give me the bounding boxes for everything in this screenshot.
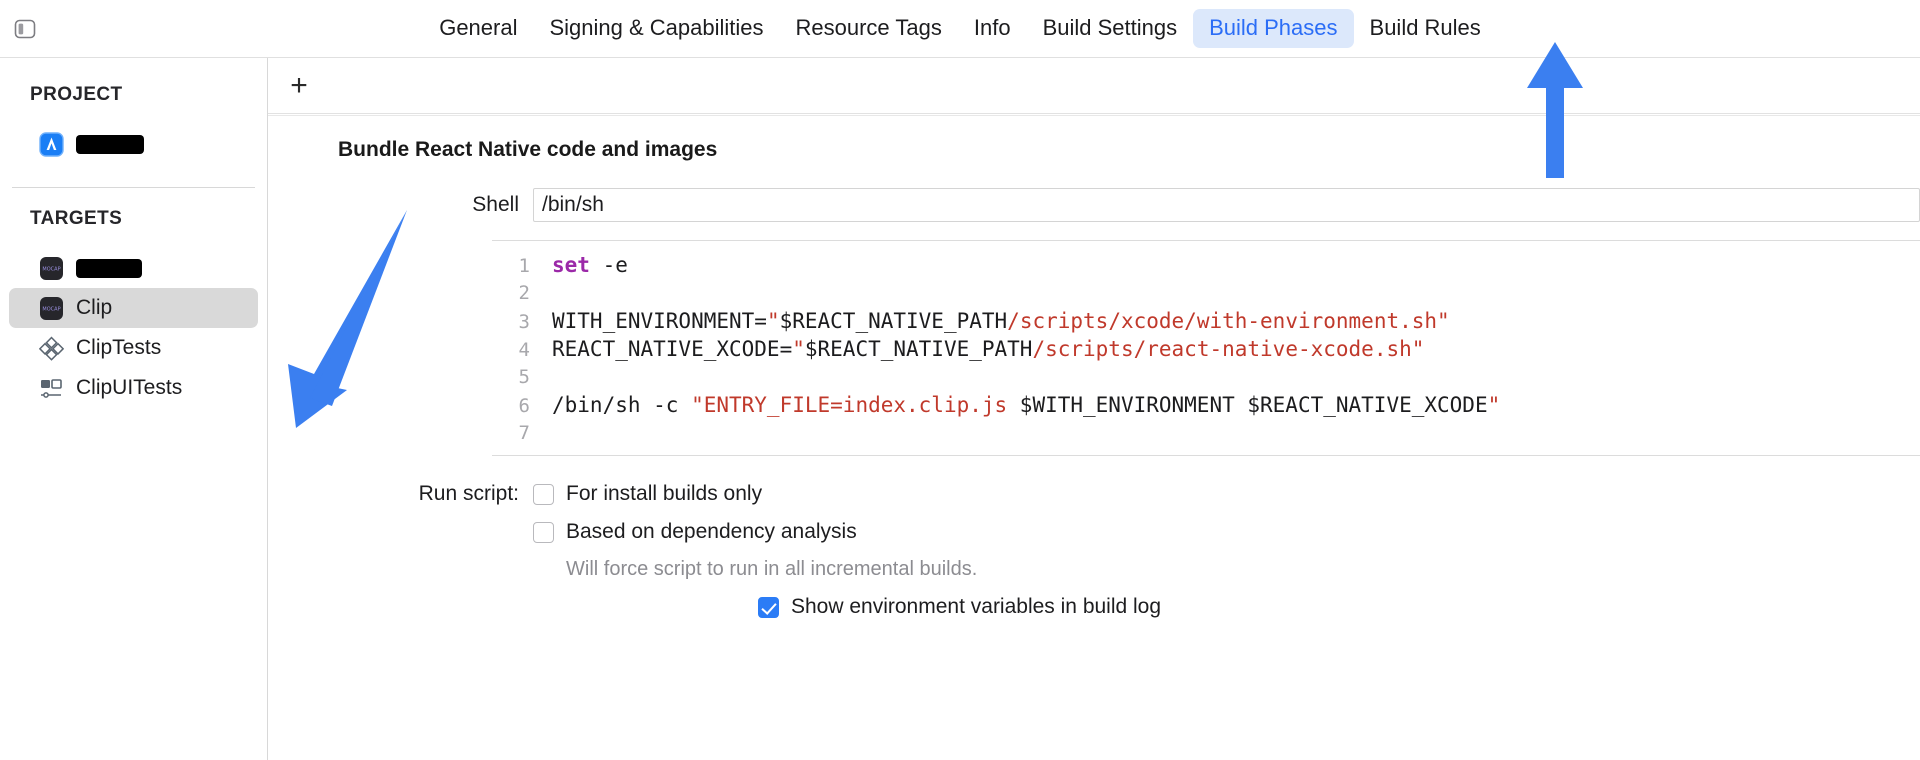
app-target-icon: MOCAP (39, 296, 64, 321)
script-line[interactable]: 1 set -e (492, 251, 1920, 279)
script-line[interactable]: 7 (492, 419, 1920, 447)
tab-info[interactable]: Info (958, 9, 1027, 47)
sidebar-item-cliptests[interactable]: ClipTests (9, 328, 258, 368)
dependency-analysis-row: Based on dependency analysis (268, 520, 1920, 544)
phase-header[interactable]: Bundle React Native code and images (268, 115, 1920, 162)
code-token: /scripts/react-native-xcode.sh" (1032, 337, 1425, 361)
sidebar-item-clip[interactable]: MOCAP Clip (9, 288, 258, 328)
target-name-redacted (76, 258, 142, 278)
show-environment-variables-label: Show environment variables in build log (791, 595, 1162, 618)
main-body: PROJECT TARGETS MOCAP MOCAP Clip ClipTes… (0, 58, 1920, 760)
script-line[interactable]: 4 REACT_NATIVE_XCODE="$REACT_NATIVE_PATH/… (492, 335, 1920, 363)
line-number: 4 (518, 339, 530, 361)
project-section-header: PROJECT (30, 84, 123, 105)
sidebar-item-clipuitests[interactable]: ClipUITests (9, 368, 258, 408)
app-target-icon: MOCAP (39, 256, 64, 281)
plus-icon[interactable]: + (286, 70, 312, 101)
tab-general[interactable]: General (423, 9, 533, 47)
for-install-builds-only-label: For install builds only (566, 482, 763, 505)
code-token: " (792, 337, 805, 361)
code-token: " (1487, 393, 1501, 417)
tab-signing-capabilities[interactable]: Signing & Capabilities (533, 9, 779, 47)
project-navigator-sidebar: PROJECT TARGETS MOCAP MOCAP Clip ClipTes… (0, 58, 268, 760)
show-environment-variables-checkbox[interactable] (758, 596, 779, 618)
tab-build-settings[interactable]: Build Settings (1027, 9, 1194, 47)
targets-section-header: TARGETS (30, 208, 123, 229)
shell-input[interactable]: /bin/sh (533, 188, 1920, 222)
line-content: WITH_ENVIRONMENT="$REACT_NATIVE_PATH/scr… (552, 307, 1450, 335)
run-script-label: Run script: (418, 482, 519, 505)
for-install-builds-only-checkbox[interactable] (533, 483, 554, 505)
appstore-icon (39, 131, 64, 157)
shell-label: Shell (472, 193, 519, 216)
sidebar-item-target-redacted[interactable]: MOCAP (9, 248, 258, 288)
script-options: Run script: For install builds only Base… (268, 482, 1920, 619)
script-line[interactable]: 5 (492, 363, 1920, 391)
svg-text:MOCAP: MOCAP (42, 306, 60, 312)
tab-build-rules[interactable]: Build Rules (1354, 9, 1497, 47)
script-line[interactable]: 3 WITH_ENVIRONMENT="$REACT_NATIVE_PATH/sc… (492, 307, 1920, 335)
line-number: 7 (518, 422, 530, 444)
project-name-redacted (76, 134, 144, 154)
code-token: /scripts/xcode/with-environment.sh" (1007, 309, 1450, 333)
code-token: "ENTRY_FILE=index.clip.js (691, 393, 1008, 417)
tab-list: General Signing & Capabilities Resource … (423, 9, 1497, 48)
code-token: REACT_NATIVE_XCODE= (552, 337, 793, 361)
phase-title: Bundle React Native code and images (338, 138, 718, 161)
line-number: 1 (518, 255, 530, 277)
line-content: REACT_NATIVE_XCODE="$REACT_NATIVE_PATH/s… (552, 335, 1424, 363)
sidebar-item-label: ClipUITests (76, 376, 183, 399)
sidebar-item-project[interactable] (9, 124, 258, 164)
build-phases-content: + Bundle React Native code and images Sh… (268, 58, 1920, 760)
tab-bar: General Signing & Capabilities Resource … (0, 0, 1920, 58)
line-number: 2 (518, 282, 530, 304)
sidebar-item-label: Clip (76, 296, 113, 319)
ui-test-icon (39, 376, 64, 401)
script-line[interactable]: 6/bin/sh -c "ENTRY_FILE=index.clip.js $W… (492, 391, 1920, 419)
line-number: 6 (518, 395, 530, 417)
code-token: set (552, 253, 590, 277)
code-token: -e (589, 253, 628, 277)
svg-text:MOCAP: MOCAP (42, 266, 60, 272)
tab-build-phases[interactable]: Build Phases (1193, 9, 1354, 48)
tab-resource-tags[interactable]: Resource Tags (780, 9, 958, 47)
sidebar-divider (12, 187, 255, 188)
build-phase-section: Bundle React Native code and images Shel… (268, 114, 1920, 619)
code-token: $REACT_NATIVE_PATH (779, 309, 1008, 333)
code-token: " (766, 309, 780, 333)
code-token: $WITH_ENVIRONMENT $REACT_NATIVE_XCODE (1007, 393, 1488, 417)
code-token: WITH_ENVIRONMENT= (552, 309, 767, 333)
phase-toolbar: + (268, 58, 1920, 114)
show-env-row: Show environment variables in build log (268, 595, 1920, 619)
shell-row: Shell /bin/sh (268, 188, 1920, 222)
sidebar-item-label: ClipTests (76, 336, 162, 359)
hint-row: Will force script to run in all incremen… (268, 558, 1920, 581)
run-script-install-row: Run script: For install builds only (268, 482, 1920, 506)
script-editor[interactable]: 1 set -e 2 3 WITH_ENVIRONMENT="$REACT_NATIVE… (492, 240, 1920, 456)
code-token: /bin/sh -c (552, 393, 692, 417)
line-number: 3 (518, 311, 530, 333)
dependency-analysis-hint: Will force script to run in all incremen… (566, 558, 978, 580)
line-number: 5 (518, 366, 530, 388)
unit-test-icon (38, 336, 65, 361)
based-on-dependency-analysis-checkbox[interactable] (533, 521, 554, 543)
line-content: /bin/sh -c "ENTRY_FILE=index.clip.js $WI… (552, 391, 1500, 419)
based-on-dependency-analysis-label: Based on dependency analysis (566, 520, 857, 543)
sidebar-toggle-icon[interactable] (14, 18, 36, 40)
script-line[interactable]: 2 (492, 279, 1920, 307)
line-content: set -e (552, 251, 628, 279)
code-token: $REACT_NATIVE_PATH (804, 337, 1033, 361)
